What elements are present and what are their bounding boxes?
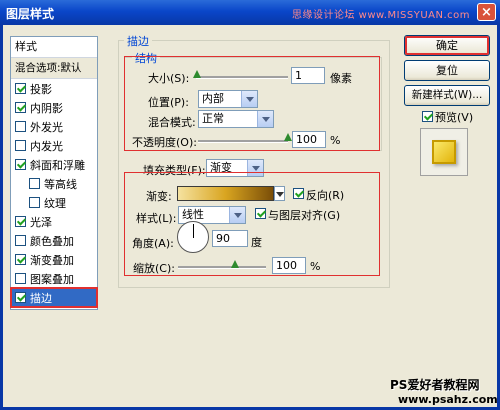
opacity-slider[interactable] <box>198 140 288 143</box>
preview-label: 预览(V) <box>435 111 474 124</box>
new-style-button[interactable]: 新建样式(W)... <box>404 85 490 106</box>
blend-options-item[interactable]: 混合选项:默认 <box>11 58 97 79</box>
scale-unit: % <box>310 260 321 273</box>
checkbox-icon[interactable] <box>15 273 26 284</box>
style-list: 样式 混合选项:默认 投影 内阴影 外发光 内发光 斜面和浮雕 等高线 纹理 光… <box>10 36 98 310</box>
size-slider-thumb[interactable] <box>193 70 201 79</box>
opacity-unit: % <box>330 134 341 147</box>
angle-unit: 度 <box>251 236 262 249</box>
style-item-label: 斜面和浮雕 <box>30 158 85 172</box>
angle-label: 角度(A): <box>132 237 174 250</box>
gradient-swatch[interactable] <box>177 186 274 201</box>
angle-input[interactable]: 90 <box>212 230 248 247</box>
align-checkbox[interactable] <box>255 208 266 219</box>
chevron-down-icon[interactable] <box>257 111 273 127</box>
style-item-color-overlay[interactable]: 颜色叠加 <box>11 231 97 250</box>
style-select-value: 线性 <box>182 208 204 221</box>
style-item-label: 描边 <box>30 291 52 305</box>
position-label: 位置(P): <box>148 96 189 109</box>
style-item-satin[interactable]: 光泽 <box>11 212 97 231</box>
style-item-bevel-emboss[interactable]: 斜面和浮雕 <box>11 155 97 174</box>
reverse-label: 反向(R) <box>306 189 345 202</box>
scale-input[interactable]: 100 <box>272 257 306 274</box>
blend-mode-label: 混合模式: <box>148 116 196 129</box>
style-item-label: 投影 <box>30 82 52 96</box>
style-item-label: 内发光 <box>30 139 63 153</box>
checkbox-icon[interactable] <box>15 235 26 246</box>
angle-dial-hand <box>193 224 194 238</box>
stroke-section-title: 描边 <box>124 33 152 49</box>
style-item-label: 颜色叠加 <box>30 234 74 248</box>
style-item-gradient-overlay[interactable]: 渐变叠加 <box>11 250 97 269</box>
checkbox-icon[interactable] <box>15 292 26 303</box>
opacity-label: 不透明度(O): <box>132 136 197 149</box>
style-item-label: 等高线 <box>44 177 77 191</box>
scale-slider[interactable] <box>178 266 266 269</box>
scale-slider-thumb[interactable] <box>231 260 239 269</box>
size-slider[interactable] <box>196 76 288 79</box>
reset-button[interactable]: 复位 <box>404 60 490 81</box>
style-item-pattern-overlay[interactable]: 图案叠加 <box>11 269 97 288</box>
reverse-checkbox[interactable] <box>293 188 304 199</box>
style-item-label: 渐变叠加 <box>30 253 74 267</box>
checkbox-icon[interactable] <box>29 178 40 189</box>
preview-square <box>432 140 456 164</box>
style-item-label: 图案叠加 <box>30 272 74 286</box>
preview-checkbox[interactable] <box>422 111 433 122</box>
gradient-label: 渐变: <box>146 190 172 203</box>
style-label: 样式(L): <box>136 212 177 225</box>
ok-button[interactable]: 确定 <box>404 35 490 56</box>
align-label: 与图层对齐(G) <box>268 209 341 222</box>
window-title: 图层样式 <box>6 7 55 21</box>
style-item-drop-shadow[interactable]: 投影 <box>11 79 97 98</box>
style-preview-thumbnail <box>420 128 468 176</box>
close-icon[interactable]: × <box>477 3 496 21</box>
footer-site-name: PS爱好者教程网 <box>390 378 480 392</box>
angle-dial[interactable] <box>177 221 209 253</box>
opacity-slider-thumb[interactable] <box>284 133 292 142</box>
style-item-stroke[interactable]: 描边 <box>10 287 98 308</box>
style-item-texture[interactable]: 纹理 <box>11 193 97 212</box>
chevron-down-icon[interactable] <box>274 186 285 201</box>
watermark-text: 思缘设计论坛 www.MISSYUAN.com <box>292 10 471 21</box>
style-list-header[interactable]: 样式 <box>11 37 97 58</box>
position-select[interactable]: 内部 <box>198 90 258 108</box>
size-input[interactable]: 1 <box>291 67 325 84</box>
chevron-down-icon[interactable] <box>229 207 245 223</box>
scale-label: 缩放(C): <box>133 262 175 275</box>
style-item-inner-shadow[interactable]: 内阴影 <box>11 98 97 117</box>
checkbox-icon[interactable] <box>15 140 26 151</box>
chevron-down-icon[interactable] <box>241 91 257 107</box>
blend-mode-select[interactable]: 正常 <box>198 110 274 128</box>
opacity-input[interactable]: 100 <box>292 131 326 148</box>
style-item-outer-glow[interactable]: 外发光 <box>11 117 97 136</box>
title-bar: 图层样式 思缘设计论坛 www.MISSYUAN.com × <box>0 0 500 25</box>
checkbox-icon[interactable] <box>29 197 40 208</box>
footer-site-url: www.psahz.com <box>398 393 498 406</box>
checkbox-icon[interactable] <box>15 121 26 132</box>
size-unit: 像素 <box>330 72 352 85</box>
style-item-inner-glow[interactable]: 内发光 <box>11 136 97 155</box>
style-item-label: 光泽 <box>30 215 52 229</box>
checkbox-icon[interactable] <box>15 83 26 94</box>
position-select-value: 内部 <box>202 92 224 105</box>
size-label: 大小(S): <box>148 72 190 85</box>
blend-mode-select-value: 正常 <box>202 112 224 125</box>
checkbox-icon[interactable] <box>15 159 26 170</box>
checkbox-icon[interactable] <box>15 254 26 265</box>
style-item-label: 纹理 <box>44 196 66 210</box>
style-item-label: 内阴影 <box>30 101 63 115</box>
style-item-label: 外发光 <box>30 120 63 134</box>
checkbox-icon[interactable] <box>15 216 26 227</box>
style-item-contour[interactable]: 等高线 <box>11 174 97 193</box>
checkbox-icon[interactable] <box>15 102 26 113</box>
